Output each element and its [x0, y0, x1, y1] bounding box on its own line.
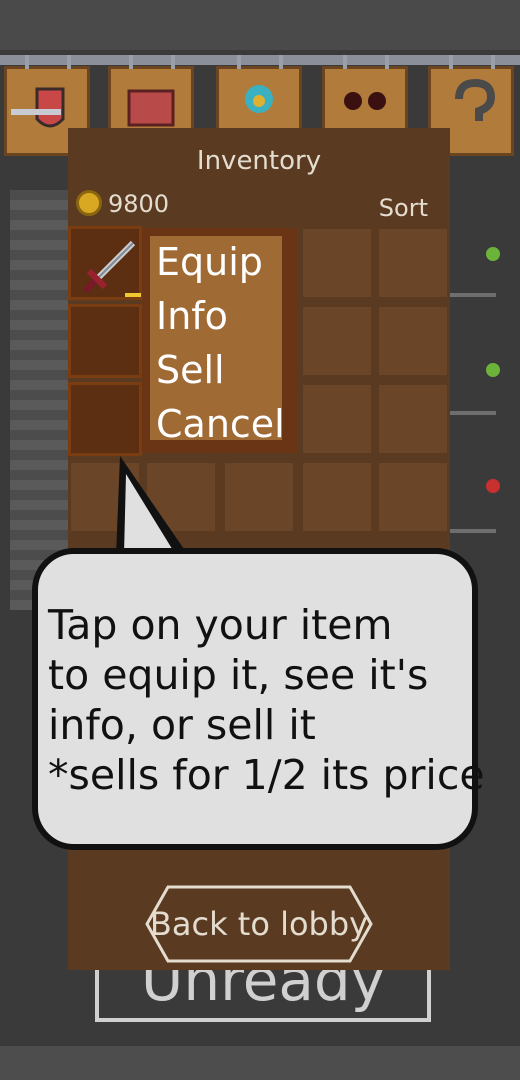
sword-icon [82, 240, 136, 294]
tutorial-text: Tap on your item to equip it, see it's i… [48, 601, 485, 799]
inventory-slot[interactable] [300, 382, 374, 456]
inventory-slot[interactable] [144, 460, 218, 534]
inventory-slot[interactable] [376, 460, 450, 534]
back-to-lobby-button[interactable]: Back to lobby [144, 884, 374, 964]
status-dot-green [486, 363, 500, 377]
inventory-slot[interactable] [376, 382, 450, 456]
gold-amount: 9800 [108, 190, 170, 218]
tutorial-bubble[interactable]: Tap on your item to equip it, see it's i… [32, 548, 485, 850]
inventory-slot[interactable] [376, 304, 450, 378]
inventory-slot[interactable] [222, 460, 296, 534]
sign-rail [0, 55, 520, 65]
party-status [450, 225, 520, 545]
inventory-slot[interactable] [300, 226, 374, 300]
menu-info[interactable]: Info [156, 294, 228, 338]
menu-equip[interactable]: Equip [156, 240, 263, 284]
inventory-title: Inventory [196, 146, 322, 176]
inventory-slot-selected[interactable] [68, 226, 142, 300]
inventory-slot[interactable] [300, 460, 374, 534]
inventory-slot[interactable] [68, 382, 142, 456]
menu-cancel[interactable]: Cancel [156, 402, 285, 446]
bottom-bar [0, 1046, 520, 1080]
sort-button[interactable]: Sort [379, 194, 428, 222]
inventory-slot[interactable] [300, 304, 374, 378]
status-dot-green [486, 247, 500, 261]
menu-sell[interactable]: Sell [156, 348, 225, 392]
inventory-slot[interactable] [68, 304, 142, 378]
context-menu-body: Equip Info Sell Cancel [150, 236, 285, 446]
top-bar [0, 0, 520, 50]
inventory-slot[interactable] [376, 226, 450, 300]
status-dot-red [486, 479, 500, 493]
equipped-indicator [125, 293, 141, 297]
back-to-lobby-label: Back to lobby [149, 905, 369, 943]
inventory-slot[interactable] [68, 460, 142, 534]
castle-tower [10, 190, 72, 610]
coin-icon [76, 190, 102, 216]
item-context-menu: Equip Info Sell Cancel [142, 228, 298, 453]
